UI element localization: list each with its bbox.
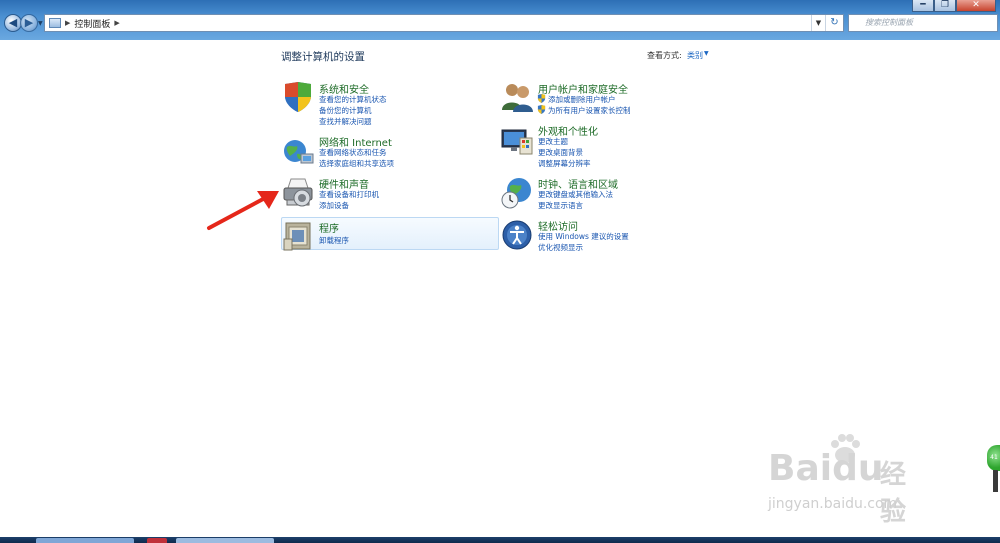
link-troubleshoot[interactable]: 查找并解决问题 <box>319 116 372 127</box>
network-globe-icon[interactable] <box>281 134 315 168</box>
link-optimize-display[interactable]: 优化视频显示 <box>538 242 583 253</box>
breadcrumb-control-panel[interactable]: 控制面板 <box>74 17 110 30</box>
clock-globe-icon[interactable] <box>500 176 534 210</box>
programs-icon[interactable] <box>281 219 315 253</box>
printer-icon[interactable] <box>281 176 315 210</box>
address-bar[interactable]: ▶ 控制面板 ▶ ▼ ↻ <box>44 14 844 32</box>
chevron-right-icon[interactable]: ▶ <box>114 19 119 27</box>
search-input[interactable]: 搜索控制面板 <box>848 14 998 32</box>
link-parental-controls[interactable]: 为所有用户设置家长控制 <box>548 105 631 116</box>
link-view-computer-status[interactable]: 查看您的计算机状态 <box>319 94 387 105</box>
link-network-status[interactable]: 查看网络状态和任务 <box>319 147 387 158</box>
link-display-language[interactable]: 更改显示语言 <box>538 200 583 211</box>
forward-button[interactable]: ▶ <box>20 14 38 32</box>
link-uninstall-program[interactable]: 卸载程序 <box>319 235 349 246</box>
view-by-dropdown[interactable]: 类别 <box>687 50 703 61</box>
link-desktop-background[interactable]: 更改桌面背景 <box>538 147 583 158</box>
address-dropdown-icon[interactable]: ▼ <box>811 15 825 31</box>
users-icon[interactable] <box>500 80 534 114</box>
link-keyboard-input[interactable]: 更改键盘或其他输入法 <box>538 189 613 200</box>
red-arrow-annotation <box>207 191 279 230</box>
link-homegroup-sharing[interactable]: 选择家庭组和共享选项 <box>319 158 394 169</box>
watermark-brand: Baidu <box>768 448 884 489</box>
minimize-button[interactable]: ━ <box>912 0 934 12</box>
recent-pages-icon[interactable]: ▼ <box>38 20 43 27</box>
link-devices-printers[interactable]: 查看设备和打印机 <box>319 189 379 200</box>
view-by-label: 查看方式: <box>647 51 682 60</box>
uac-shield-icon <box>537 105 546 114</box>
gadget-stem <box>993 470 998 492</box>
category-programs[interactable]: 程序 <box>319 220 339 235</box>
page-title: 调整计算机的设置 <box>281 51 365 63</box>
close-button[interactable]: ✕ <box>956 0 996 12</box>
appearance-icon[interactable] <box>500 124 534 158</box>
link-change-theme[interactable]: 更改主题 <box>538 136 568 147</box>
maximize-button[interactable]: ❐ <box>934 0 956 12</box>
link-recommended-settings[interactable]: 使用 Windows 建议的设置 <box>538 231 629 242</box>
link-screen-resolution[interactable]: 调整屏幕分辨率 <box>538 158 591 169</box>
window-controls: ━ ❐ ✕ <box>912 0 996 12</box>
taskbar-item[interactable] <box>147 538 167 543</box>
chevron-down-icon[interactable]: ▼ <box>704 50 709 57</box>
link-add-remove-users[interactable]: 添加或删除用户帐户 <box>548 94 616 105</box>
desktop-gadget[interactable]: 41 <box>987 445 1000 471</box>
link-add-device[interactable]: 添加设备 <box>319 200 349 211</box>
refresh-icon[interactable]: ↻ <box>825 15 843 31</box>
watermark-url: jingyan.baidu.com <box>768 496 898 512</box>
control-panel-icon <box>49 18 61 28</box>
watermark-cn: 经验 <box>880 460 907 527</box>
shield-icon[interactable] <box>281 80 315 114</box>
uac-shield-icon <box>537 94 546 103</box>
link-backup-computer[interactable]: 备份您的计算机 <box>319 105 372 116</box>
chevron-right-icon[interactable]: ▶ <box>65 19 70 27</box>
taskbar-item[interactable] <box>36 538 134 543</box>
taskbar-item[interactable] <box>176 538 274 543</box>
search-placeholder: 搜索控制面板 <box>865 18 913 27</box>
ease-of-access-icon[interactable] <box>500 218 534 252</box>
